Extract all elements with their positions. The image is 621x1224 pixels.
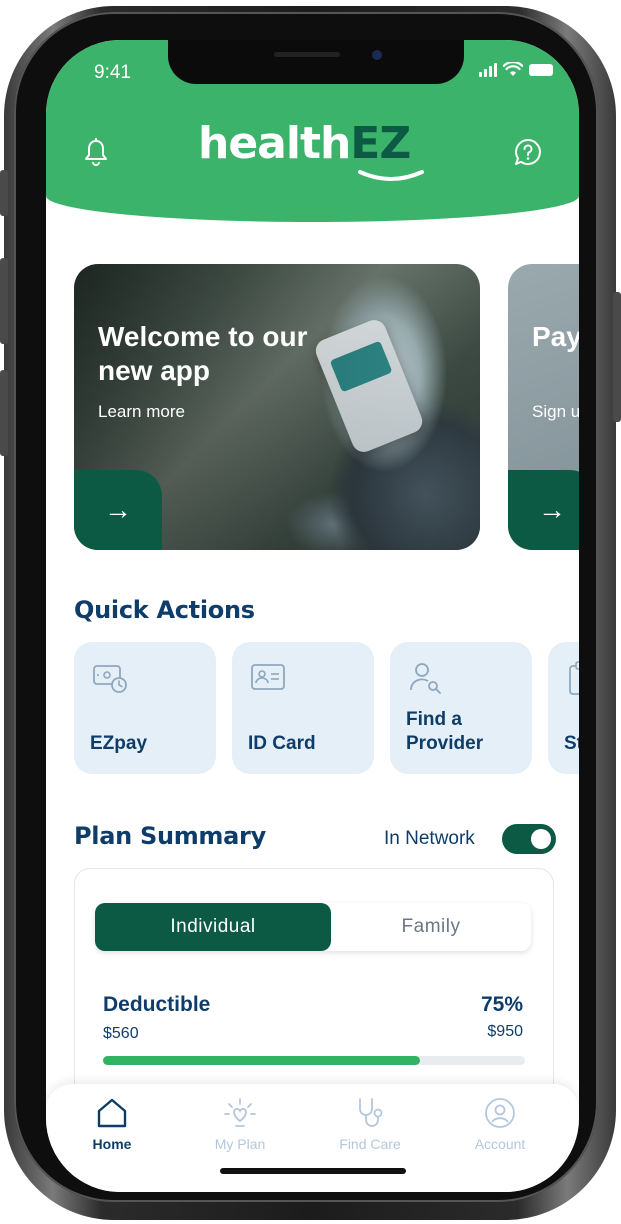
stethoscope-icon: [359, 1098, 383, 1127]
quick-action-label: Find a Provider: [406, 709, 484, 754]
tab-family[interactable]: Family: [331, 903, 531, 951]
wifi-icon: [503, 62, 523, 76]
payment-clock-icon: [93, 665, 127, 693]
nav-label: My Plan: [214, 1136, 266, 1152]
quick-action-label: St: [564, 733, 579, 754]
quick-action-id-card[interactable]: ID Card: [232, 642, 374, 774]
volume-up-button: [0, 258, 8, 344]
healthez-logo: healthEZ: [198, 118, 424, 181]
promo-title: Pay way: [532, 321, 579, 352]
nav-my-plan[interactable]: My Plan: [190, 1096, 290, 1166]
sign-up-link[interactable]: Sign u: [532, 402, 579, 422]
quick-action-label: EZpay: [90, 733, 148, 754]
account-icon: [485, 1098, 515, 1128]
arrow-right-icon: →: [538, 494, 566, 525]
learn-more-link[interactable]: Learn more: [98, 402, 185, 422]
notch: [168, 40, 464, 84]
bottom-navigation: Home My Plan Find Care Account: [46, 1084, 579, 1192]
nav-account[interactable]: Account: [450, 1096, 550, 1166]
nav-find-care[interactable]: Find Care: [320, 1096, 420, 1166]
signal-icon: [479, 62, 497, 77]
status-time: 9:41: [94, 62, 131, 83]
home-icon: [97, 1098, 127, 1128]
person-search-icon: [410, 663, 441, 694]
battery-icon: [529, 63, 553, 76]
quick-action-ezpay[interactable]: EZpay: [74, 642, 216, 774]
nav-label: Find Care: [339, 1136, 401, 1152]
home-indicator[interactable]: [220, 1168, 406, 1174]
help-icon[interactable]: [512, 136, 544, 168]
status-icons: [479, 62, 553, 77]
nav-label: Account: [474, 1136, 526, 1152]
quick-action-label: ID Card: [248, 733, 316, 754]
promo-title: Welcome to our new app: [98, 321, 308, 386]
deductible-label: Deductible: [103, 993, 211, 1016]
mute-switch: [0, 170, 8, 216]
volume-down-button: [0, 370, 8, 456]
promo-arrow-button[interactable]: →: [74, 470, 162, 550]
front-camera: [372, 50, 382, 60]
deductible-spent: $560: [103, 1025, 139, 1042]
app-screen: 9:41 healthEZ Welcome to our new app Lea…: [46, 40, 579, 1192]
coverage-segmented-control: Individual Family: [95, 903, 531, 951]
quick-actions-title: Quick Actions: [74, 596, 255, 624]
deductible-total: $950: [487, 1023, 523, 1040]
in-network-label: In Network: [384, 828, 475, 849]
quick-action-find-provider[interactable]: Find a Provider: [390, 642, 532, 774]
app-header: 9:41 healthEZ: [46, 40, 579, 222]
quick-action-partial[interactable]: St: [548, 642, 579, 774]
tab-individual[interactable]: Individual: [95, 903, 331, 951]
logo-health: health: [198, 118, 351, 169]
deductible-percent: 75%: [480, 993, 523, 1016]
toggle-knob: [531, 829, 551, 849]
nav-home[interactable]: Home: [62, 1096, 162, 1166]
deductible-progress-bar: [103, 1056, 525, 1065]
power-button: [613, 292, 621, 422]
in-network-toggle[interactable]: [502, 824, 556, 854]
speaker: [274, 52, 340, 57]
id-card-icon: [251, 664, 285, 690]
heart-sparkle-icon: [224, 1098, 256, 1127]
arrow-right-icon: →: [104, 494, 132, 525]
nav-label: Home: [92, 1136, 132, 1152]
promo-card-welcome[interactable]: Welcome to our new app Learn more →: [74, 264, 480, 550]
plan-summary-title: Plan Summary: [74, 822, 266, 850]
bell-icon[interactable]: [80, 136, 112, 168]
logo-smile-icon: [358, 170, 424, 181]
clipboard-icon: [569, 661, 579, 695]
logo-ez: EZ: [350, 118, 411, 169]
promo-card-pay[interactable]: Pay way Sign u →: [508, 264, 579, 550]
promo-arrow-button[interactable]: →: [508, 470, 579, 550]
deductible-progress-fill: [103, 1056, 420, 1065]
